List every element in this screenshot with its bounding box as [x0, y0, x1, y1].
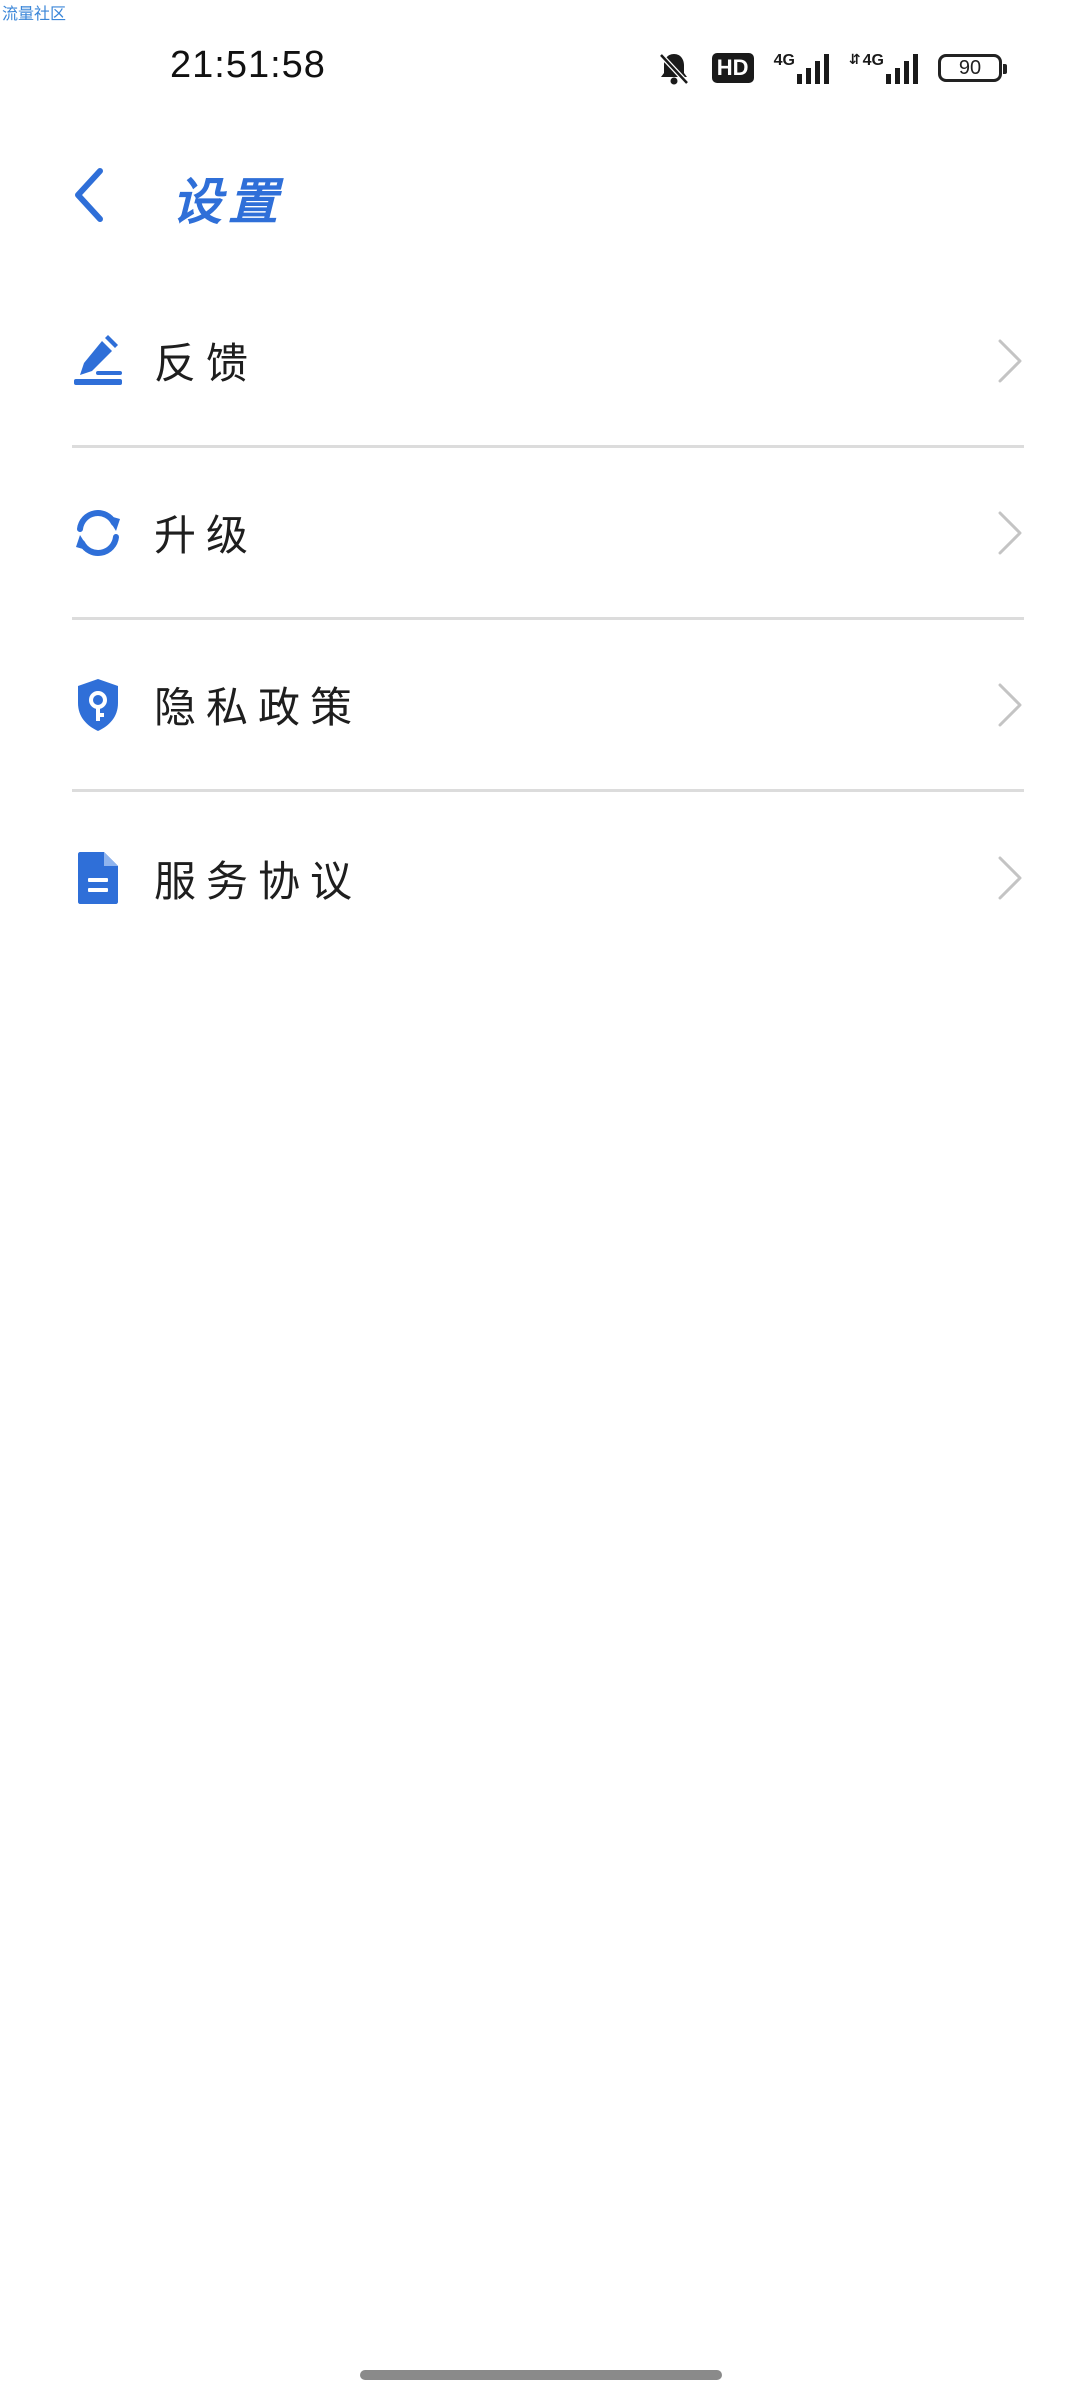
chevron-right-icon [998, 856, 1022, 900]
settings-list: 反馈 升级 隐私政策 服务协议 [72, 276, 1024, 964]
home-indicator[interactable] [360, 2370, 722, 2380]
status-time: 21:51:58 [170, 44, 326, 86]
back-button[interactable] [60, 160, 120, 230]
header: 设置 [0, 150, 1080, 240]
signal-4g-data-icon: ⇵ 4G [849, 52, 918, 84]
document-icon [72, 850, 124, 906]
refresh-icon [72, 505, 124, 561]
settings-item-label: 服务协议 [154, 856, 363, 906]
feedback-edit-icon [72, 333, 124, 389]
page-title: 设置 [172, 172, 284, 231]
battery-level: 90 [958, 56, 982, 79]
battery-icon: 90 [938, 54, 1007, 82]
chevron-right-icon [998, 339, 1022, 382]
settings-item-label: 隐私政策 [154, 683, 363, 732]
chevron-right-icon [998, 683, 1022, 726]
settings-item-upgrade[interactable]: 升级 [72, 448, 1024, 620]
settings-item-label: 升级 [154, 511, 259, 560]
status-icons: HD 4G ⇵ 4G 90 [656, 46, 1007, 90]
settings-item-feedback[interactable]: 反馈 [72, 276, 1024, 448]
chevron-right-icon [998, 511, 1022, 554]
hd-icon: HD [711, 53, 754, 83]
settings-item-label: 反馈 [154, 339, 259, 388]
shield-key-icon [72, 677, 124, 733]
signal-4g-icon: 4G [774, 52, 829, 84]
settings-item-privacy-policy[interactable]: 隐私政策 [72, 620, 1024, 792]
settings-item-service-agreement[interactable]: 服务协议 [72, 792, 1024, 964]
bell-muted-icon [656, 50, 692, 86]
status-bar: 21:51:58 HD 4G ⇵ 4G 90 [0, 0, 1080, 140]
chevron-left-icon [75, 168, 103, 222]
